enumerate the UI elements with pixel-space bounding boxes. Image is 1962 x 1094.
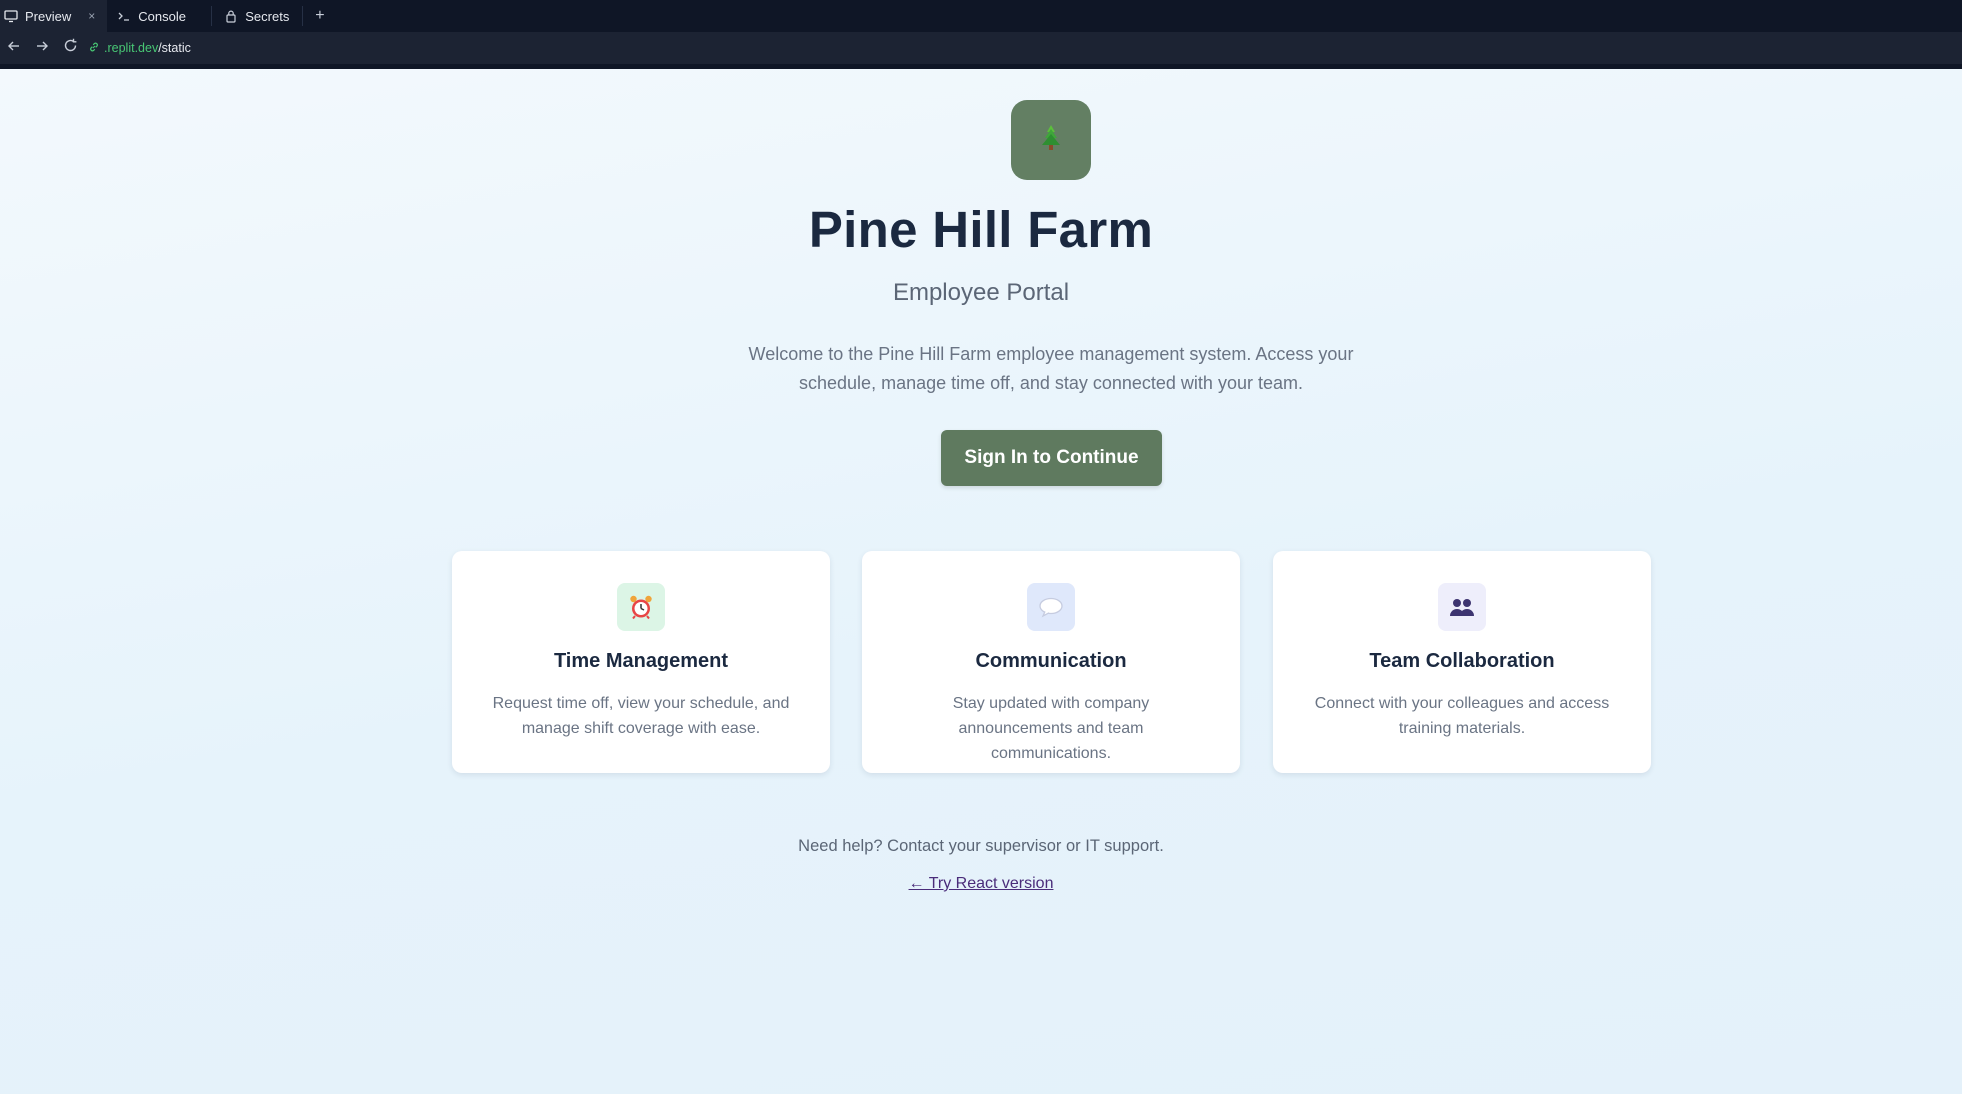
tab-secrets[interactable]: Secrets	[212, 0, 302, 32]
url-path: /static	[158, 41, 191, 55]
monitor-icon	[4, 9, 18, 23]
lock-icon	[224, 9, 238, 23]
help-text: Need help? Contact your supervisor or IT…	[798, 837, 1164, 855]
reload-icon	[63, 38, 78, 58]
sign-in-button[interactable]: Sign In to Continue	[941, 430, 1162, 486]
feature-card-time-management: Time Management Request time off, view y…	[452, 551, 830, 773]
link-icon	[88, 41, 100, 56]
url-field[interactable]: .replit.dev/static	[88, 37, 1954, 59]
tab-console-label: Console	[138, 8, 186, 24]
address-bar: .replit.dev/static	[0, 32, 1962, 69]
feature-description: Stay updated with company announcements …	[952, 695, 1150, 762]
reload-button[interactable]	[56, 32, 84, 64]
feature-card-team-collaboration: Team Collaboration Connect with your col…	[1273, 551, 1651, 773]
arrow-left-icon	[7, 39, 21, 58]
page-subtitle: Employee Portal	[892, 279, 1070, 306]
feature-description: Connect with your colleagues and access …	[1314, 695, 1610, 737]
url-domain: .replit.dev	[104, 41, 159, 55]
feature-title: Communication	[975, 650, 1127, 672]
back-button[interactable]	[0, 32, 28, 64]
terminal-icon	[117, 9, 131, 23]
pine-tree-icon	[1040, 124, 1062, 157]
feature-description: Request time off, view your schedule, an…	[492, 695, 790, 737]
feature-title: Team Collaboration	[1369, 650, 1555, 672]
tab-console[interactable]: Console	[107, 0, 211, 32]
speech-bubble-icon	[1027, 583, 1075, 631]
preview-page: Pine Hill Farm Employee Portal Welcome t…	[0, 69, 1962, 1094]
react-version-link[interactable]: ← Try React version	[909, 875, 1054, 892]
new-tab-button[interactable]: +	[303, 0, 336, 32]
intro-text: Welcome to the Pine Hill Farm employee m…	[748, 344, 1354, 393]
forward-button[interactable]	[28, 32, 56, 64]
alarm-clock-icon	[617, 583, 665, 631]
tab-secrets-label: Secrets	[245, 8, 290, 24]
tab-preview[interactable]: Preview ×	[0, 0, 108, 32]
people-icon	[1438, 583, 1486, 631]
close-icon[interactable]: ×	[88, 9, 95, 23]
tab-preview-label: Preview	[25, 8, 72, 24]
feature-title: Time Management	[553, 650, 729, 672]
ide-tab-bar: Preview × Console Secrets +	[0, 0, 1962, 32]
farm-logo	[1011, 100, 1091, 180]
react-version-link-wrap: ← Try React version	[0, 875, 1962, 893]
feature-card-communication: Communication Stay updated with company …	[862, 551, 1240, 773]
arrow-right-icon	[35, 39, 49, 58]
page-title: Pine Hill Farm	[808, 201, 1154, 258]
